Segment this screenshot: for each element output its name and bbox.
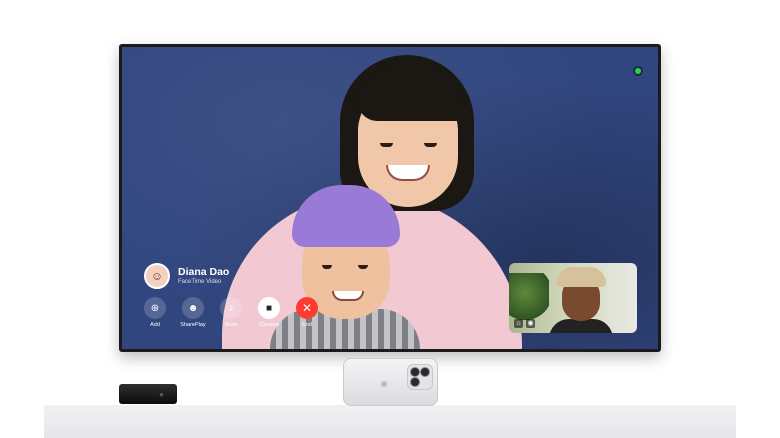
self-view-pip[interactable]: ⌂ ◉ bbox=[509, 263, 637, 333]
apple-logo-icon: ● bbox=[159, 390, 164, 399]
add-person-icon: ⊕ bbox=[144, 297, 166, 319]
mute-label: Mute bbox=[224, 322, 238, 328]
end-label: End bbox=[302, 322, 312, 328]
add-label: Add bbox=[150, 322, 160, 328]
shareplay-button[interactable]: ☻ SharePlay bbox=[178, 297, 208, 328]
apple-logo-icon: ● bbox=[380, 375, 389, 391]
microphone-icon: ♪ bbox=[220, 297, 242, 319]
end-call-button[interactable]: ✕ End bbox=[292, 297, 322, 328]
shareplay-icon: ☻ bbox=[182, 297, 204, 319]
caller-name: Diana Dao bbox=[178, 266, 230, 278]
portrait-icon[interactable]: ◉ bbox=[526, 319, 535, 328]
call-controls: ⊕ Add ☻ SharePlay ♪ Mute ■ Camera ✕ End bbox=[140, 297, 322, 328]
add-button[interactable]: ⊕ Add bbox=[140, 297, 170, 328]
camera-button[interactable]: ■ Camera bbox=[254, 297, 284, 328]
caller-info: ☺ Diana Dao FaceTime Video bbox=[144, 263, 229, 289]
call-type: FaceTime Video bbox=[178, 279, 222, 285]
camera-label: Camera bbox=[259, 322, 279, 328]
center-stage-icon[interactable]: ⌂ bbox=[514, 319, 523, 328]
camera-module bbox=[407, 364, 433, 390]
camera-indicator bbox=[635, 68, 641, 74]
facetime-screen: ⌂ ◉ ☺ Diana Dao FaceTime Video ⊕ Add ☻ S… bbox=[122, 47, 658, 349]
mute-button[interactable]: ♪ Mute bbox=[216, 297, 246, 328]
apple-tv-box: ● bbox=[119, 384, 177, 404]
iphone: ● bbox=[343, 358, 438, 406]
television: ⌂ ◉ ☺ Diana Dao FaceTime Video ⊕ Add ☻ S… bbox=[119, 44, 661, 352]
shelf bbox=[44, 405, 736, 438]
close-icon: ✕ bbox=[296, 297, 318, 319]
video-camera-icon: ■ bbox=[258, 297, 280, 319]
caller-avatar: ☺ bbox=[144, 263, 170, 289]
shareplay-label: SharePlay bbox=[180, 322, 206, 328]
